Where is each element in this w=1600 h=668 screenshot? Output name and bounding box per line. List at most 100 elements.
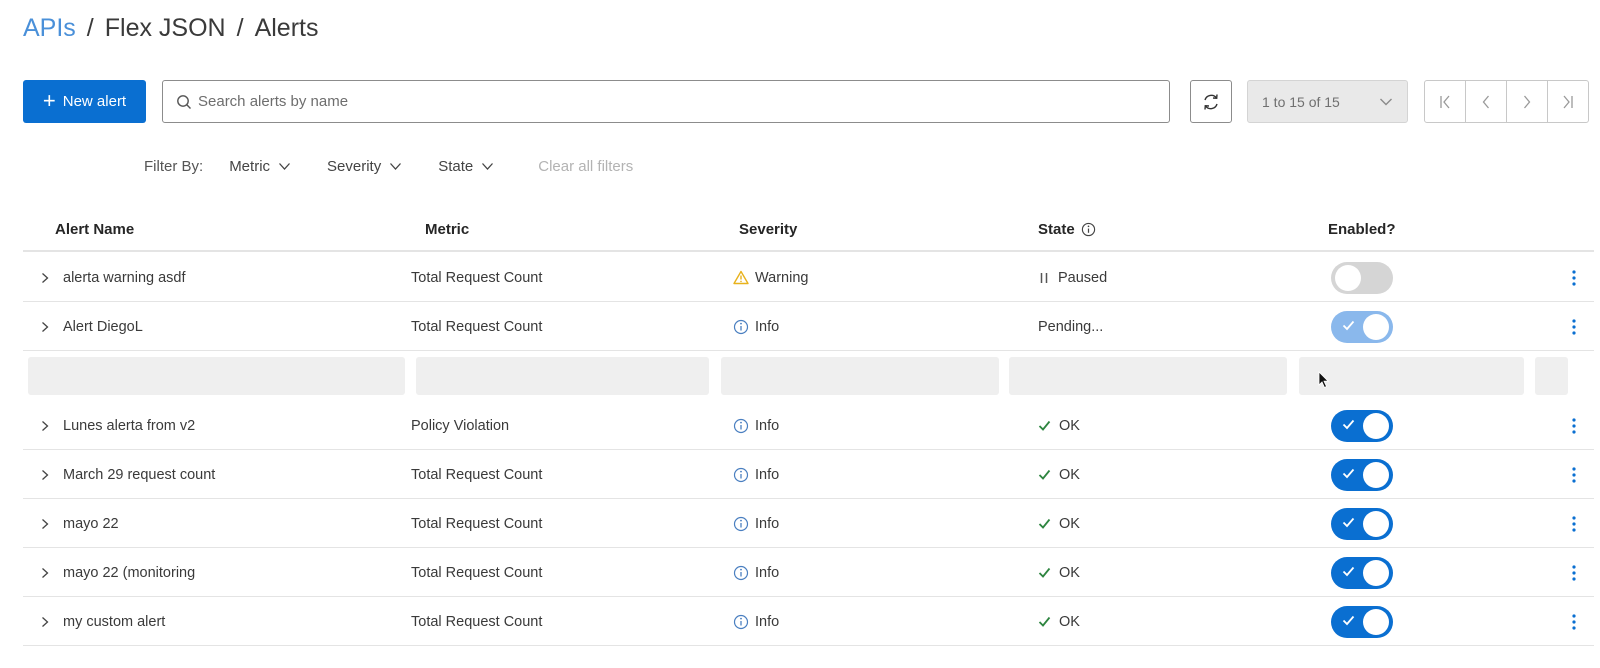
alert-metric: Policy Violation — [411, 417, 510, 434]
column-header-severity[interactable]: Severity — [739, 221, 797, 238]
state-cell: Paused — [1038, 253, 1107, 302]
warning-icon — [733, 270, 749, 285]
severity-cell: Info — [733, 548, 779, 597]
expand-row-button[interactable] — [40, 302, 50, 351]
state-label: Paused — [1058, 269, 1108, 286]
alert-name[interactable]: mayo 22 (monitoring — [63, 548, 195, 597]
check-icon — [1342, 566, 1355, 576]
severity-cell: Info — [733, 499, 779, 548]
check-icon — [1038, 420, 1051, 431]
enabled-toggle[interactable] — [1331, 556, 1393, 589]
expand-row-button[interactable] — [40, 548, 50, 597]
expand-row-button[interactable] — [40, 499, 50, 548]
previous-page-button[interactable] — [1465, 80, 1507, 123]
column-header-state[interactable]: State — [1038, 221, 1096, 238]
search-input[interactable] — [198, 93, 1098, 110]
table-header: Alert Name Metric Severity State Enabled… — [23, 210, 1594, 252]
info-icon[interactable] — [1081, 222, 1096, 237]
skeleton-cell — [721, 357, 999, 395]
table-row[interactable]: mayo 22 (monitoring Total Request Count … — [23, 548, 1594, 597]
filter-severity-dropdown[interactable]: Severity — [327, 158, 402, 175]
chevron-right-icon — [42, 518, 49, 529]
row-actions-button[interactable] — [1571, 401, 1577, 450]
mouse-cursor-icon — [1318, 371, 1330, 389]
page-title: Alerts — [254, 14, 319, 42]
state-label: Pending... — [1038, 318, 1104, 335]
alert-name[interactable]: Lunes alerta from v2 — [63, 401, 195, 450]
row-actions-button[interactable] — [1571, 597, 1577, 646]
severity-cell: Info — [733, 597, 779, 646]
enabled-cell — [1331, 450, 1393, 499]
column-header-alert-name[interactable]: Alert Name — [55, 221, 134, 238]
alert-name[interactable]: mayo 22 — [63, 499, 119, 548]
enabled-cell — [1331, 302, 1393, 351]
row-actions-button[interactable] — [1571, 499, 1577, 548]
breadcrumb-apis-link[interactable]: APIs — [23, 14, 76, 43]
table-row[interactable]: mayo 22 Total Request Count Info OK — [23, 499, 1594, 548]
table-row[interactable]: my custom alert Total Request Count Info… — [23, 597, 1594, 646]
severity-cell: Info — [733, 302, 779, 351]
next-page-button[interactable] — [1506, 80, 1548, 123]
check-icon — [1342, 615, 1355, 625]
column-header-enabled: Enabled? — [1328, 221, 1396, 238]
row-actions-button[interactable] — [1571, 302, 1577, 351]
expand-row-button[interactable] — [40, 597, 50, 646]
more-vertical-icon — [1572, 613, 1576, 630]
chevron-down-icon — [279, 163, 291, 170]
expand-row-button[interactable] — [40, 450, 50, 499]
chevron-right-icon — [1524, 95, 1531, 108]
info-icon — [733, 467, 749, 483]
toggle-knob — [1363, 313, 1389, 340]
page-range-value: 1 to 15 of 15 — [1262, 93, 1340, 110]
enabled-toggle[interactable] — [1331, 261, 1393, 294]
column-header-metric[interactable]: Metric — [425, 221, 469, 238]
expand-row-button[interactable] — [40, 253, 50, 302]
toggle-knob — [1335, 264, 1361, 291]
enabled-cell — [1331, 253, 1393, 302]
alert-metric: Total Request Count — [411, 269, 543, 286]
table-row[interactable]: March 29 request count Total Request Cou… — [23, 450, 1594, 499]
last-page-icon — [1563, 95, 1573, 108]
enabled-toggle[interactable] — [1331, 507, 1393, 540]
alert-name[interactable]: my custom alert — [63, 597, 165, 646]
table-row[interactable]: alerta warning asdf Total Request Count … — [23, 253, 1594, 302]
expand-row-button[interactable] — [40, 401, 50, 450]
refresh-button[interactable] — [1190, 80, 1232, 123]
toggle-knob — [1363, 559, 1389, 586]
filter-metric-dropdown[interactable]: Metric — [229, 158, 291, 175]
last-page-button[interactable] — [1547, 80, 1589, 123]
enabled-toggle[interactable] — [1331, 310, 1393, 343]
row-actions-button[interactable] — [1571, 253, 1577, 302]
check-icon — [1342, 517, 1355, 527]
toggle-knob — [1363, 412, 1389, 439]
enabled-toggle[interactable] — [1331, 458, 1393, 491]
new-alert-button[interactable]: + New alert — [23, 80, 146, 123]
filter-state-dropdown[interactable]: State — [438, 158, 494, 175]
enabled-cell — [1331, 499, 1393, 548]
state-label: OK — [1059, 613, 1080, 630]
alert-name[interactable]: Alert DiegoL — [63, 302, 143, 351]
alert-name[interactable]: March 29 request count — [63, 450, 215, 499]
alert-name[interactable]: alerta warning asdf — [63, 253, 186, 302]
first-page-button[interactable] — [1424, 80, 1466, 123]
table-row[interactable]: Lunes alerta from v2 Policy Violation In… — [23, 401, 1594, 450]
alert-metric: Total Request Count — [411, 613, 543, 630]
info-icon — [733, 319, 749, 335]
breadcrumb-separator: / — [236, 14, 244, 42]
enabled-toggle[interactable] — [1331, 409, 1393, 442]
enabled-toggle[interactable] — [1331, 605, 1393, 638]
severity-label: Warning — [755, 269, 809, 286]
table-row[interactable]: Alert DiegoL Total Request Count Info Pe… — [23, 302, 1594, 351]
state-cell: OK — [1038, 597, 1080, 646]
chevron-down-icon — [390, 163, 402, 170]
first-page-icon — [1440, 95, 1450, 108]
row-actions-button[interactable] — [1571, 450, 1577, 499]
refresh-icon — [1204, 93, 1218, 110]
row-actions-button[interactable] — [1571, 548, 1577, 597]
alert-metric: Total Request Count — [411, 515, 543, 532]
chevron-down-icon — [1380, 98, 1392, 105]
check-icon — [1038, 469, 1051, 480]
clear-filters-link[interactable]: Clear all filters — [538, 158, 633, 175]
severity-label: Info — [755, 515, 780, 532]
page-range-select[interactable]: 1 to 15 of 15 — [1247, 80, 1408, 123]
